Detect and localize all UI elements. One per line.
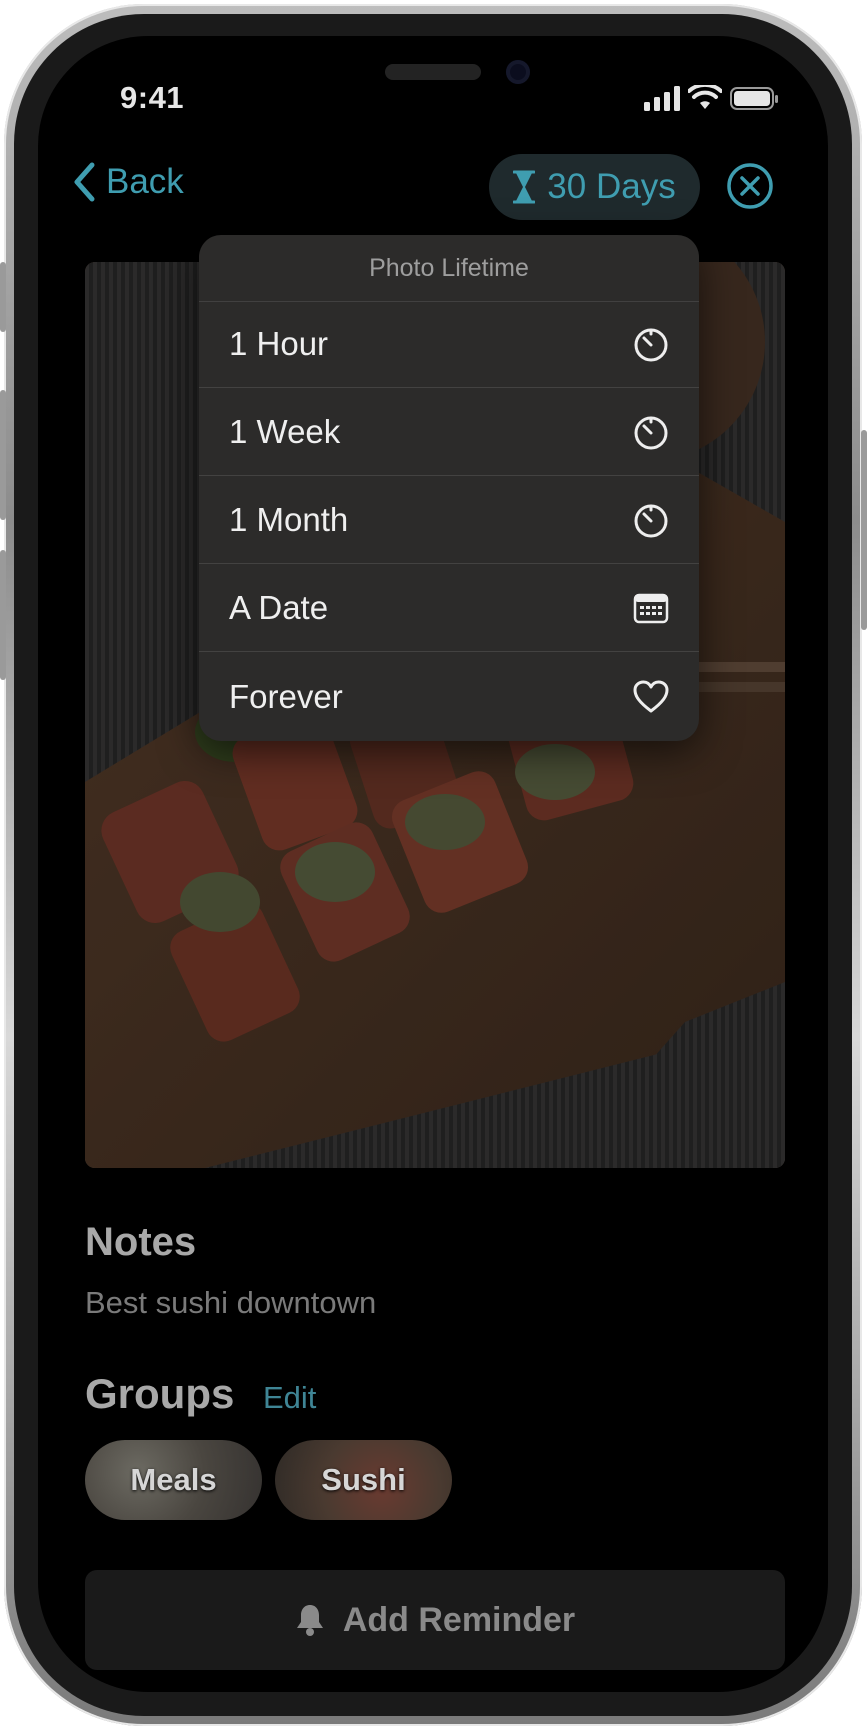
power-button [861, 430, 867, 630]
chevron-left-icon [74, 162, 95, 202]
chip-label: Meals [130, 1462, 217, 1497]
photo-lifetime-button[interactable]: 30 Days [489, 154, 700, 220]
bell-icon [296, 1605, 323, 1636]
back-button[interactable]: Back [72, 162, 184, 202]
wifi-icon [688, 85, 722, 109]
speaker-grille [385, 64, 481, 80]
mute-switch [0, 262, 6, 332]
volume-up-button [0, 390, 6, 520]
hourglass-icon [513, 170, 536, 204]
menu-item-label: 1 Month [229, 501, 349, 538]
menu-title: Photo Lifetime [199, 235, 699, 302]
notes-text[interactable]: Best sushi downtown [85, 1285, 376, 1321]
add-reminder-button[interactable]: Add Reminder [85, 1570, 785, 1670]
menu-item-1-month[interactable]: 1 Month [199, 477, 699, 564]
groups-edit-button[interactable]: Edit [263, 1380, 316, 1416]
menu-item-label: A Date [229, 589, 329, 626]
photo-lifetime-menu: Photo Lifetime 1 Hour 1 Week 1 Month A D… [199, 235, 699, 741]
status-time: 9:41 [120, 80, 185, 115]
menu-item-label: 1 Hour [229, 325, 329, 362]
notes-heading: Notes [85, 1220, 197, 1264]
battery-icon [730, 87, 778, 110]
lifetime-label: 30 Days [547, 167, 676, 206]
close-icon[interactable] [726, 162, 774, 210]
back-label: Back [106, 162, 184, 201]
menu-item-1-hour[interactable]: 1 Hour [199, 301, 699, 388]
timer-icon [634, 416, 668, 450]
menu-item-label: 1 Week [229, 413, 341, 450]
calendar-icon [633, 593, 669, 624]
menu-item-a-date[interactable]: A Date [199, 565, 699, 652]
chip-label: Sushi [321, 1462, 406, 1497]
menu-item-label: Forever [229, 677, 343, 715]
reminder-label: Add Reminder [342, 1600, 576, 1639]
heart-icon [633, 680, 669, 712]
cellular-signal-icon [644, 86, 680, 111]
timer-icon [634, 328, 668, 362]
menu-item-1-week[interactable]: 1 Week [199, 389, 699, 476]
front-camera [506, 60, 530, 84]
group-chip-meals[interactable]: Meals [85, 1440, 262, 1520]
group-chip-sushi[interactable]: Sushi [275, 1440, 452, 1520]
groups-heading: Groups [85, 1370, 235, 1417]
volume-down-button [0, 550, 6, 680]
menu-item-forever[interactable]: Forever [199, 653, 699, 740]
timer-icon [634, 504, 668, 538]
